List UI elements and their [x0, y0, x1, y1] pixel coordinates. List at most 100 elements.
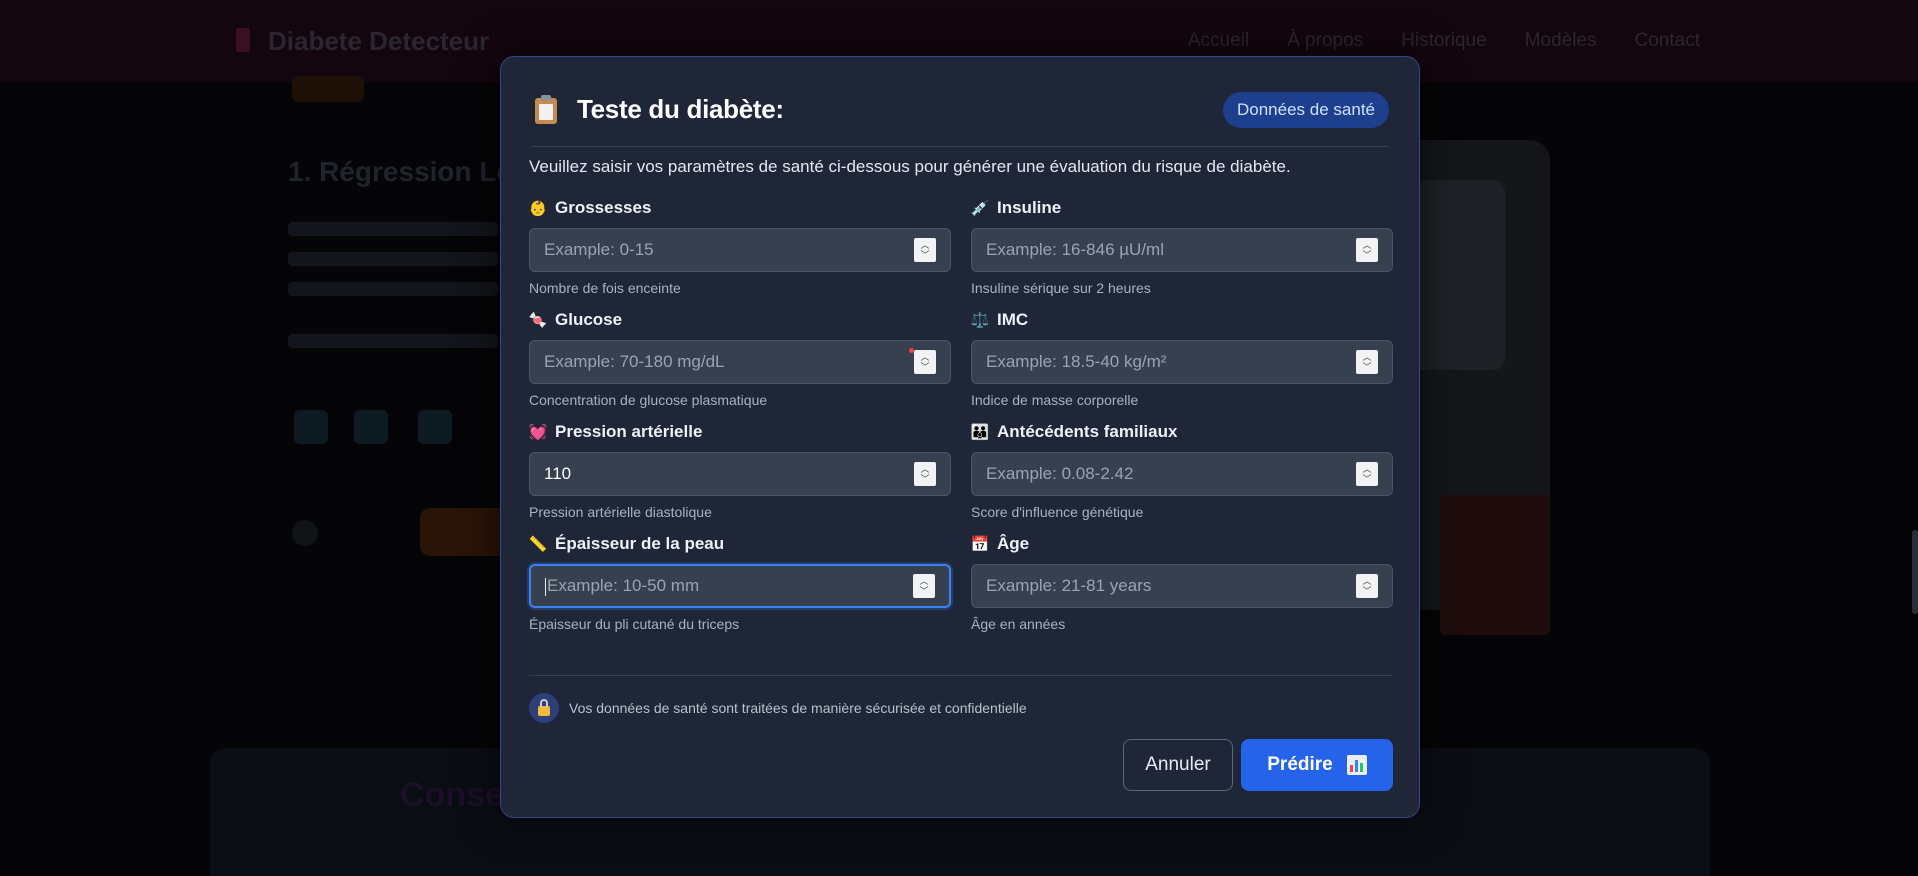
- field-help: Épaisseur du pli cutané du triceps: [529, 616, 740, 632]
- page-scrollbar[interactable]: [1912, 530, 1918, 614]
- field-label: 👪 Antécédents familiaux: [971, 421, 1393, 443]
- nav-link-historique: Historique: [1401, 30, 1487, 51]
- number-stepper[interactable]: ︿ ﹀: [1356, 350, 1378, 374]
- antecedents-familiaux-placeholder: Example: 0.08-2.42: [986, 464, 1134, 483]
- antecedents-familiaux-input[interactable]: Example: 0.08-2.42 ︿ ﹀: [971, 452, 1393, 496]
- field-epaisseur-peau: 📏 Épaisseur de la peau Example: 10-50 mm…: [529, 533, 951, 632]
- field-help: Insuline sérique sur 2 heures: [971, 280, 1151, 296]
- family-icon: 👪: [970, 424, 990, 441]
- bar-chart-icon: [1346, 755, 1367, 775]
- brand-icon: [236, 28, 250, 52]
- field-imc: ⚖️ IMC Example: 18.5-40 kg/m² ︿ ﹀ Indice …: [971, 309, 1393, 408]
- pression-arterielle-value: 110: [544, 464, 572, 483]
- epaisseur-peau-input[interactable]: Example: 10-50 mm ︿ ﹀: [529, 564, 951, 608]
- nav-link-a-propos: À propos: [1287, 30, 1364, 51]
- background-tag: [292, 76, 364, 102]
- field-label-text: Pression artérielle: [555, 422, 703, 441]
- number-stepper[interactable]: ︿ ﹀: [914, 462, 936, 486]
- pression-arterielle-input[interactable]: 110 ︿ ﹀: [529, 452, 951, 496]
- number-stepper[interactable]: ︿ ﹀: [914, 238, 936, 262]
- baby-icon: 👶: [528, 200, 548, 217]
- field-grossesses: 👶 Grossesses Example: 0-15 ︿ ﹀ Nombre de …: [529, 197, 951, 296]
- heart-icon: 💓: [528, 424, 548, 441]
- health-data-badge: Données de santé: [1223, 91, 1389, 128]
- background-text-line: [288, 282, 498, 296]
- security-note: Vos données de santé sont traitées de ma…: [529, 693, 1027, 723]
- modal-header: Teste du diabète: Données de santé: [531, 85, 1389, 147]
- clipboard-icon: [535, 94, 563, 124]
- field-label: 💓 Pression artérielle: [529, 421, 951, 443]
- grossesses-input[interactable]: Example: 0-15 ︿ ﹀: [529, 228, 951, 272]
- number-stepper[interactable]: ︿ ﹀: [1356, 238, 1378, 262]
- background-text-line: [288, 252, 498, 266]
- field-help: Indice de masse corporelle: [971, 392, 1139, 408]
- field-label: 📏 Épaisseur de la peau: [529, 533, 951, 555]
- field-label: 👶 Grossesses: [529, 197, 951, 219]
- modal-title: Teste du diabète:: [577, 94, 784, 124]
- ruler-icon: 📏: [528, 536, 548, 553]
- imc-placeholder: Example: 18.5-40 kg/m²: [986, 352, 1167, 371]
- field-label-text: Antécédents familiaux: [997, 422, 1178, 441]
- text-caret: [545, 577, 546, 596]
- glucose-input[interactable]: Example: 70-180 mg/dL ︿ ﹀: [529, 340, 951, 384]
- background-heading: 1. Régression Lo: [288, 156, 514, 187]
- field-age: 📅 Âge Example: 21-81 years ︿ ﹀ Âge en ann…: [971, 533, 1393, 632]
- field-label-text: IMC: [997, 310, 1029, 329]
- age-placeholder: Example: 21-81 years: [986, 576, 1152, 595]
- nav-link-contact: Contact: [1634, 30, 1700, 51]
- insuline-input[interactable]: Example: 16-846 µU/ml ︿ ﹀: [971, 228, 1393, 272]
- required-indicator: [909, 348, 914, 353]
- lock-icon: [529, 693, 559, 723]
- background-social-icon: [418, 410, 452, 444]
- grossesses-placeholder: Example: 0-15: [544, 240, 654, 259]
- number-stepper[interactable]: ︿ ﹀: [914, 350, 936, 374]
- background-device-panel: [1440, 495, 1550, 635]
- field-help: Âge en années: [971, 616, 1066, 632]
- background-text-line: [288, 222, 498, 236]
- nav-link-modeles: Modèles: [1524, 30, 1597, 51]
- cancel-button[interactable]: Annuler: [1123, 739, 1233, 791]
- background-text-line: [288, 334, 498, 348]
- field-help: Concentration de glucose plasmatique: [529, 392, 768, 408]
- background-social-icon: [294, 410, 328, 444]
- security-note-text: Vos données de santé sont traitées de ma…: [569, 700, 1027, 716]
- calendar-icon: 📅: [970, 536, 990, 553]
- field-label: 📅 Âge: [971, 533, 1393, 555]
- field-insuline: 💉 Insuline Example: 16-846 µU/ml ︿ ﹀ Insu…: [971, 197, 1393, 296]
- field-glucose: 🍬 Glucose Example: 70-180 mg/dL ︿ ﹀ Conce…: [529, 309, 951, 408]
- field-label-text: Âge: [997, 534, 1030, 553]
- epaisseur-peau-placeholder-text: Example: 10-50 mm: [547, 576, 700, 595]
- background-lower-title: Conse: [400, 776, 504, 814]
- field-label-text: Épaisseur de la peau: [555, 534, 725, 553]
- scale-icon: ⚖️: [970, 312, 990, 329]
- insuline-placeholder: Example: 16-846 µU/ml: [986, 240, 1164, 259]
- field-label-text: Glucose: [555, 310, 623, 329]
- footer-divider: [529, 675, 1393, 676]
- number-stepper[interactable]: ︿ ﹀: [1356, 462, 1378, 486]
- field-help: Nombre de fois enceinte: [529, 280, 681, 296]
- field-label: ⚖️ IMC: [971, 309, 1393, 331]
- field-label: 🍬 Glucose: [529, 309, 951, 331]
- nav-links: Accueil À propos Historique Modèles Cont…: [1188, 30, 1700, 52]
- field-label-text: Grossesses: [555, 198, 652, 217]
- brand-name: Diabete Detecteur: [268, 26, 490, 56]
- background-arrow-icon: [292, 520, 318, 546]
- syringe-icon: 💉: [970, 200, 990, 217]
- background-button: [420, 508, 510, 556]
- field-help: Score d'influence génétique: [971, 504, 1144, 520]
- modal-intro-text: Veuillez saisir vos paramètres de santé …: [529, 157, 1291, 176]
- predict-button-label: Prédire: [1267, 754, 1333, 775]
- imc-input[interactable]: Example: 18.5-40 kg/m² ︿ ﹀: [971, 340, 1393, 384]
- nav-link-accueil: Accueil: [1187, 30, 1250, 51]
- candy-icon: 🍬: [528, 312, 548, 329]
- age-input[interactable]: Example: 21-81 years ︿ ﹀: [971, 564, 1393, 608]
- glucose-placeholder: Example: 70-180 mg/dL: [544, 352, 725, 371]
- number-stepper[interactable]: ︿ ﹀: [913, 574, 935, 598]
- predict-button[interactable]: Prédire: [1241, 739, 1393, 791]
- field-pression-arterielle: 💓 Pression artérielle 110 ︿ ﹀ Pression ar…: [529, 421, 951, 520]
- background-social-icon: [354, 410, 388, 444]
- field-antecedents-familiaux: 👪 Antécédents familiaux Example: 0.08-2.…: [971, 421, 1393, 520]
- field-help: Pression artérielle diastolique: [529, 504, 712, 520]
- number-stepper[interactable]: ︿ ﹀: [1356, 574, 1378, 598]
- field-label: 💉 Insuline: [971, 197, 1393, 219]
